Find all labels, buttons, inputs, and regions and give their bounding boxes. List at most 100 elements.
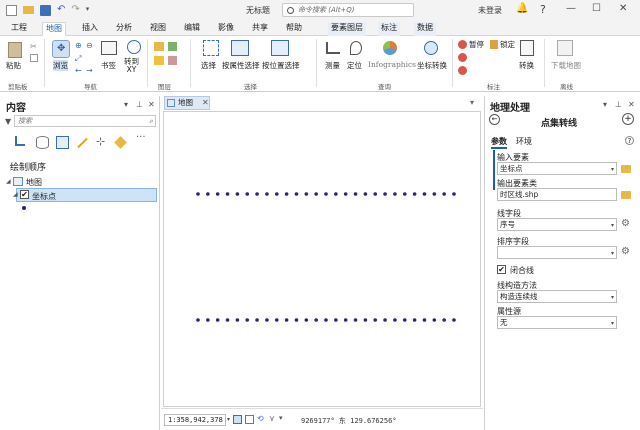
tab-view[interactable]: 视图 xyxy=(147,22,169,36)
map-point[interactable] xyxy=(343,192,348,196)
more-labeling-icon[interactable] xyxy=(458,66,467,75)
tool-help-icon[interactable]: ? xyxy=(625,136,634,145)
coordinate-format-icon[interactable]: ▾ xyxy=(279,414,283,422)
tab-insert[interactable]: 插入 xyxy=(79,22,101,36)
measure-button[interactable]: 测量 xyxy=(325,60,340,71)
map-point[interactable] xyxy=(324,192,328,196)
go-to-xy-button[interactable]: 转到 XY xyxy=(124,58,139,74)
field-settings-icon[interactable]: ⚙ xyxy=(621,246,630,257)
pause-labels-button[interactable]: 暂停 xyxy=(469,39,484,50)
tab-edit[interactable]: 编辑 xyxy=(181,22,203,36)
list-by-snapping-icon[interactable]: ⊹ xyxy=(96,136,109,149)
map-point[interactable] xyxy=(353,318,358,322)
select-button[interactable]: 选择 xyxy=(201,60,216,71)
map-view-tab[interactable]: 地图 ✕ xyxy=(164,96,210,110)
line-field-select[interactable]: 序号 ▾ xyxy=(497,218,617,231)
map-point[interactable] xyxy=(314,192,318,196)
view-unplaced-icon[interactable] xyxy=(458,53,467,62)
locate-button[interactable]: 定位 xyxy=(347,60,362,71)
output-feature-class-field[interactable]: 时区线.shp xyxy=(497,188,617,201)
map-point[interactable] xyxy=(363,192,368,196)
map-point[interactable] xyxy=(265,318,269,322)
full-extent-icon[interactable]: ⤢ xyxy=(75,54,81,64)
pane-options-icon[interactable]: ▾ xyxy=(124,100,128,109)
map-point[interactable] xyxy=(304,318,309,322)
tab-help[interactable]: 帮助 xyxy=(283,22,305,36)
grid-view-icon[interactable] xyxy=(233,415,242,424)
copy-icon[interactable] xyxy=(30,54,38,62)
map-point[interactable] xyxy=(225,318,230,322)
pin-icon[interactable]: ⊥ xyxy=(615,100,622,109)
list-by-labeling-icon[interactable] xyxy=(114,136,127,149)
map-point[interactable] xyxy=(334,192,338,196)
input-features-field[interactable]: 坐标点 ▾ xyxy=(497,162,617,175)
map-point[interactable] xyxy=(206,318,210,322)
map-point[interactable] xyxy=(432,192,437,196)
map-point[interactable] xyxy=(304,192,309,196)
table-view-icon[interactable] xyxy=(245,415,254,424)
tab-imagery[interactable]: 影像 xyxy=(215,22,237,36)
browse-folder-icon[interactable] xyxy=(621,191,631,199)
map-point[interactable] xyxy=(196,192,200,196)
map-point[interactable] xyxy=(402,318,407,322)
field-settings-icon[interactable]: ⚙ xyxy=(621,218,630,229)
map-point[interactable] xyxy=(334,318,338,322)
map-point[interactable] xyxy=(324,318,328,322)
map-point[interactable] xyxy=(373,318,378,322)
notification-bell-icon[interactable]: 🔔 xyxy=(516,3,528,14)
minimize-icon[interactable]: — xyxy=(566,3,576,14)
close-pane-icon[interactable]: ✕ xyxy=(148,100,155,109)
add-preset-icon[interactable] xyxy=(154,56,164,65)
layer-more-icon[interactable] xyxy=(168,56,177,65)
map-point[interactable] xyxy=(383,318,387,322)
new-project-icon[interactable] xyxy=(6,4,17,16)
tab-parameters[interactable]: 参数 xyxy=(491,136,507,149)
tab-labeling[interactable]: 标注 xyxy=(378,22,400,36)
scale-dropdown-icon[interactable]: ▾ xyxy=(227,416,230,423)
tab-project[interactable]: 工程 xyxy=(8,22,30,36)
map-point[interactable] xyxy=(412,318,417,322)
bookmarks-button[interactable]: 书签 xyxy=(101,60,116,71)
map-point[interactable] xyxy=(235,318,240,322)
select-by-attributes-button[interactable]: 按属性选择 xyxy=(222,60,260,71)
basemap-icon[interactable] xyxy=(168,42,177,51)
maximize-icon[interactable]: ☐ xyxy=(592,3,601,14)
map-point[interactable] xyxy=(196,318,200,322)
map-point[interactable] xyxy=(363,318,368,322)
map-point[interactable] xyxy=(225,192,230,196)
map-point[interactable] xyxy=(255,192,259,196)
more-options-icon[interactable]: ··· xyxy=(136,132,149,145)
sign-in-link[interactable]: 未登录 xyxy=(478,5,502,16)
map-point[interactable] xyxy=(353,192,358,196)
expand-layer-icon[interactable]: ◢ xyxy=(13,191,18,198)
tab-analysis[interactable]: 分析 xyxy=(113,22,135,36)
select-by-location-button[interactable]: 按位置选择 xyxy=(262,60,300,71)
map-point[interactable] xyxy=(343,318,348,322)
infographics-button[interactable]: Infographics xyxy=(368,60,416,69)
help-icon[interactable]: ? xyxy=(540,3,546,16)
snapping-icon[interactable]: ⋎ xyxy=(269,414,275,423)
map-point[interactable] xyxy=(284,318,289,322)
map-point[interactable] xyxy=(215,192,220,196)
add-icon[interactable]: + xyxy=(622,113,634,125)
close-icon[interactable]: ✕ xyxy=(619,3,627,14)
close-pane-icon[interactable]: ✕ xyxy=(628,100,635,109)
map-canvas[interactable] xyxy=(163,111,481,407)
list-by-editing-icon[interactable] xyxy=(77,137,88,149)
paste-button[interactable]: 粘贴 xyxy=(6,60,21,71)
open-folder-icon[interactable] xyxy=(23,6,34,14)
map-point[interactable] xyxy=(245,318,250,322)
view-options-icon[interactable]: ▾ xyxy=(470,98,474,107)
scale-input[interactable]: 1:358,942,378 xyxy=(164,414,226,426)
next-extent-icon[interactable]: → xyxy=(86,66,93,75)
map-point[interactable] xyxy=(422,318,427,322)
tab-feature-layer[interactable]: 要素图层 xyxy=(328,22,366,36)
tree-item-map[interactable]: 地图 xyxy=(26,177,42,188)
pin-icon[interactable]: ⊥ xyxy=(136,100,143,109)
map-point[interactable] xyxy=(245,192,250,196)
map-point[interactable] xyxy=(393,192,397,196)
map-point[interactable] xyxy=(314,318,318,322)
cut-icon[interactable]: ✂ xyxy=(30,42,37,51)
map-point[interactable] xyxy=(422,192,427,196)
map-point[interactable] xyxy=(265,192,269,196)
